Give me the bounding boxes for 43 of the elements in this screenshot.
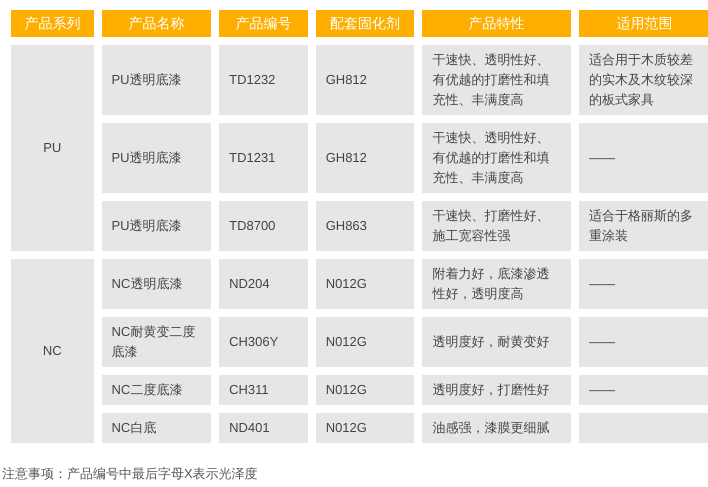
table-cell: NC白底 bbox=[102, 413, 212, 443]
table-cell: GH863 bbox=[316, 201, 414, 251]
table-cell: 干速快、透明性好、有优越的打磨性和填充性、丰满度高 bbox=[422, 123, 572, 193]
table-cell: N012G bbox=[316, 375, 414, 405]
column-header: 适用范围 bbox=[579, 10, 708, 37]
table-cell: PU透明底漆 bbox=[102, 201, 212, 251]
table-cell: GH812 bbox=[316, 123, 414, 193]
table-cell: ND204 bbox=[219, 259, 308, 309]
table-cell: CH311 bbox=[219, 375, 308, 405]
series-cell: NC bbox=[11, 259, 94, 443]
table-cell: —— bbox=[579, 123, 708, 193]
table-cell: GH812 bbox=[316, 45, 414, 115]
table-cell: N012G bbox=[316, 317, 414, 367]
table-cell: —— bbox=[579, 317, 708, 367]
table-cell: 适合于格丽斯的多重涂装 bbox=[579, 201, 708, 251]
column-header: 配套固化剂 bbox=[316, 10, 414, 37]
table-cell: CH306Y bbox=[219, 317, 308, 367]
table-cell: TD1231 bbox=[219, 123, 308, 193]
table-cell: ND401 bbox=[219, 413, 308, 443]
table-cell: 干速快、透明性好、有优越的打磨性和填充性、丰满度高 bbox=[422, 45, 572, 115]
column-header: 产品系列 bbox=[11, 10, 94, 37]
table-cell: 附着力好，底漆渗透性好，透明度高 bbox=[422, 259, 572, 309]
table-cell: 适合用于木质较差的实木及木纹较深的板式家具 bbox=[579, 45, 708, 115]
table-cell: TD1232 bbox=[219, 45, 308, 115]
table-cell: NC耐黄变二度底漆 bbox=[102, 317, 212, 367]
column-header: 产品特性 bbox=[422, 10, 572, 37]
table-cell: N012G bbox=[316, 413, 414, 443]
table-cell: —— bbox=[579, 259, 708, 309]
footnote: 注意事项：产品编号中最后字母X表示光泽度 bbox=[2, 465, 259, 483]
table-cell: 透明度好，打磨性好 bbox=[422, 375, 572, 405]
table-cell: NC二度底漆 bbox=[102, 375, 212, 405]
table-cell: 干速快、打磨性好、施工宽容性强 bbox=[422, 201, 572, 251]
table-cell: TD8700 bbox=[219, 201, 308, 251]
series-cell: PU bbox=[11, 45, 94, 251]
column-header: 产品编号 bbox=[219, 10, 308, 37]
table-cell: NC透明底漆 bbox=[102, 259, 212, 309]
table-cell: PU透明底漆 bbox=[102, 123, 212, 193]
table-cell: N012G bbox=[316, 259, 414, 309]
table-cell: 透明度好，耐黄变好 bbox=[422, 317, 572, 367]
column-header: 产品名称 bbox=[102, 10, 212, 37]
table-cell: 油感强，漆膜更细腻 bbox=[422, 413, 572, 443]
table-cell: PU透明底漆 bbox=[102, 45, 212, 115]
table-cell: —— bbox=[579, 375, 708, 405]
